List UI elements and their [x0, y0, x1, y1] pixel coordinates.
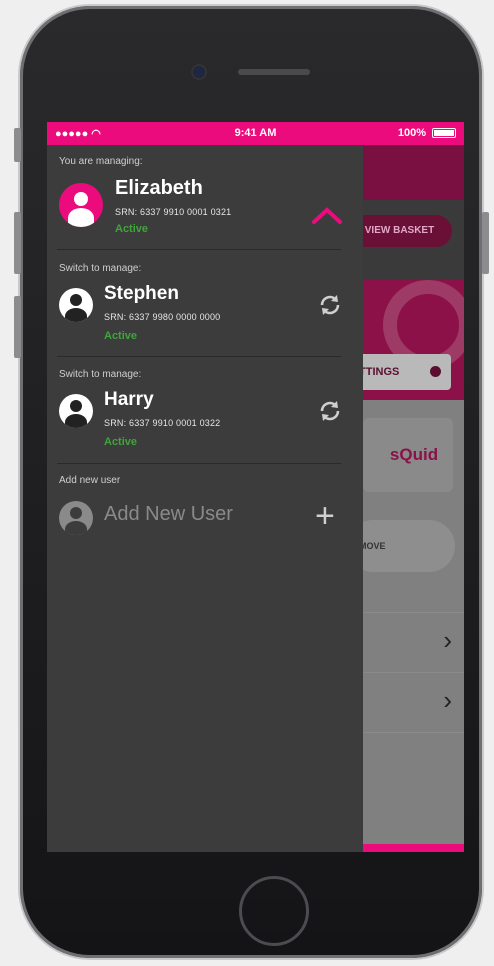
- settings-label: TTINGS: [359, 366, 400, 378]
- user-srn: SRN: 6337 9980 0000 0000: [104, 312, 221, 322]
- plus-icon[interactable]: +: [315, 499, 335, 533]
- status-bar: ●●●●● ◠ 9:41 AM 100%: [47, 122, 464, 145]
- chevron-right-icon: ›: [443, 625, 452, 655]
- user-name: Harry: [104, 389, 154, 410]
- section-label-add: Add new user: [59, 475, 121, 486]
- section-label-switch: Switch to manage:: [59, 369, 142, 380]
- volume-down-button: [14, 296, 21, 358]
- chevron-up-icon[interactable]: [311, 205, 343, 225]
- user-status: Active: [104, 330, 138, 342]
- user-avatar-icon: [59, 394, 93, 428]
- front-camera: [193, 66, 205, 78]
- section-label-switch: Switch to manage:: [59, 263, 142, 274]
- user-srn: SRN: 6337 9910 0001 0322: [104, 418, 221, 428]
- user-status: Active: [104, 436, 138, 448]
- list-item[interactable]: ›: [363, 612, 464, 669]
- app-header: [363, 145, 464, 200]
- list-item: [363, 732, 464, 789]
- current-user-srn: SRN: 6337 9910 0001 0321: [115, 207, 232, 217]
- brand-card: sQuid: [363, 418, 453, 492]
- sync-icon[interactable]: [318, 293, 342, 317]
- battery-percent: 100%: [397, 127, 426, 139]
- user-avatar-icon: [59, 288, 93, 322]
- divider: [57, 463, 341, 464]
- earpiece-speaker: [238, 69, 310, 75]
- app-footer: [363, 844, 464, 852]
- power-button: [482, 212, 489, 274]
- sync-icon[interactable]: [318, 399, 342, 423]
- current-user-status: Active: [115, 223, 149, 235]
- screen: ●●●●● ◠ 9:41 AM 100% VIEW BASKET TTINGS …: [47, 122, 464, 852]
- add-new-user-label: Add New User: [104, 503, 233, 525]
- add-user-avatar-icon: [59, 501, 93, 535]
- battery-icon: [432, 128, 456, 138]
- home-button[interactable]: [239, 876, 309, 946]
- divider: [57, 249, 341, 250]
- user-avatar-icon: [59, 183, 103, 227]
- section-label-managing: You are managing:: [59, 156, 143, 167]
- mute-switch: [14, 128, 21, 162]
- chevron-right-icon: ›: [443, 685, 452, 715]
- volume-up-button: [14, 212, 21, 274]
- move-button[interactable]: MOVE: [347, 520, 455, 572]
- current-user-name: Elizabeth: [115, 177, 203, 199]
- account-drawer: You are managing: Elizabeth SRN: 6337 99…: [47, 145, 363, 852]
- user-name: Stephen: [104, 283, 179, 304]
- list-item[interactable]: ›: [363, 672, 464, 729]
- divider: [57, 356, 341, 357]
- gear-icon: [430, 366, 441, 377]
